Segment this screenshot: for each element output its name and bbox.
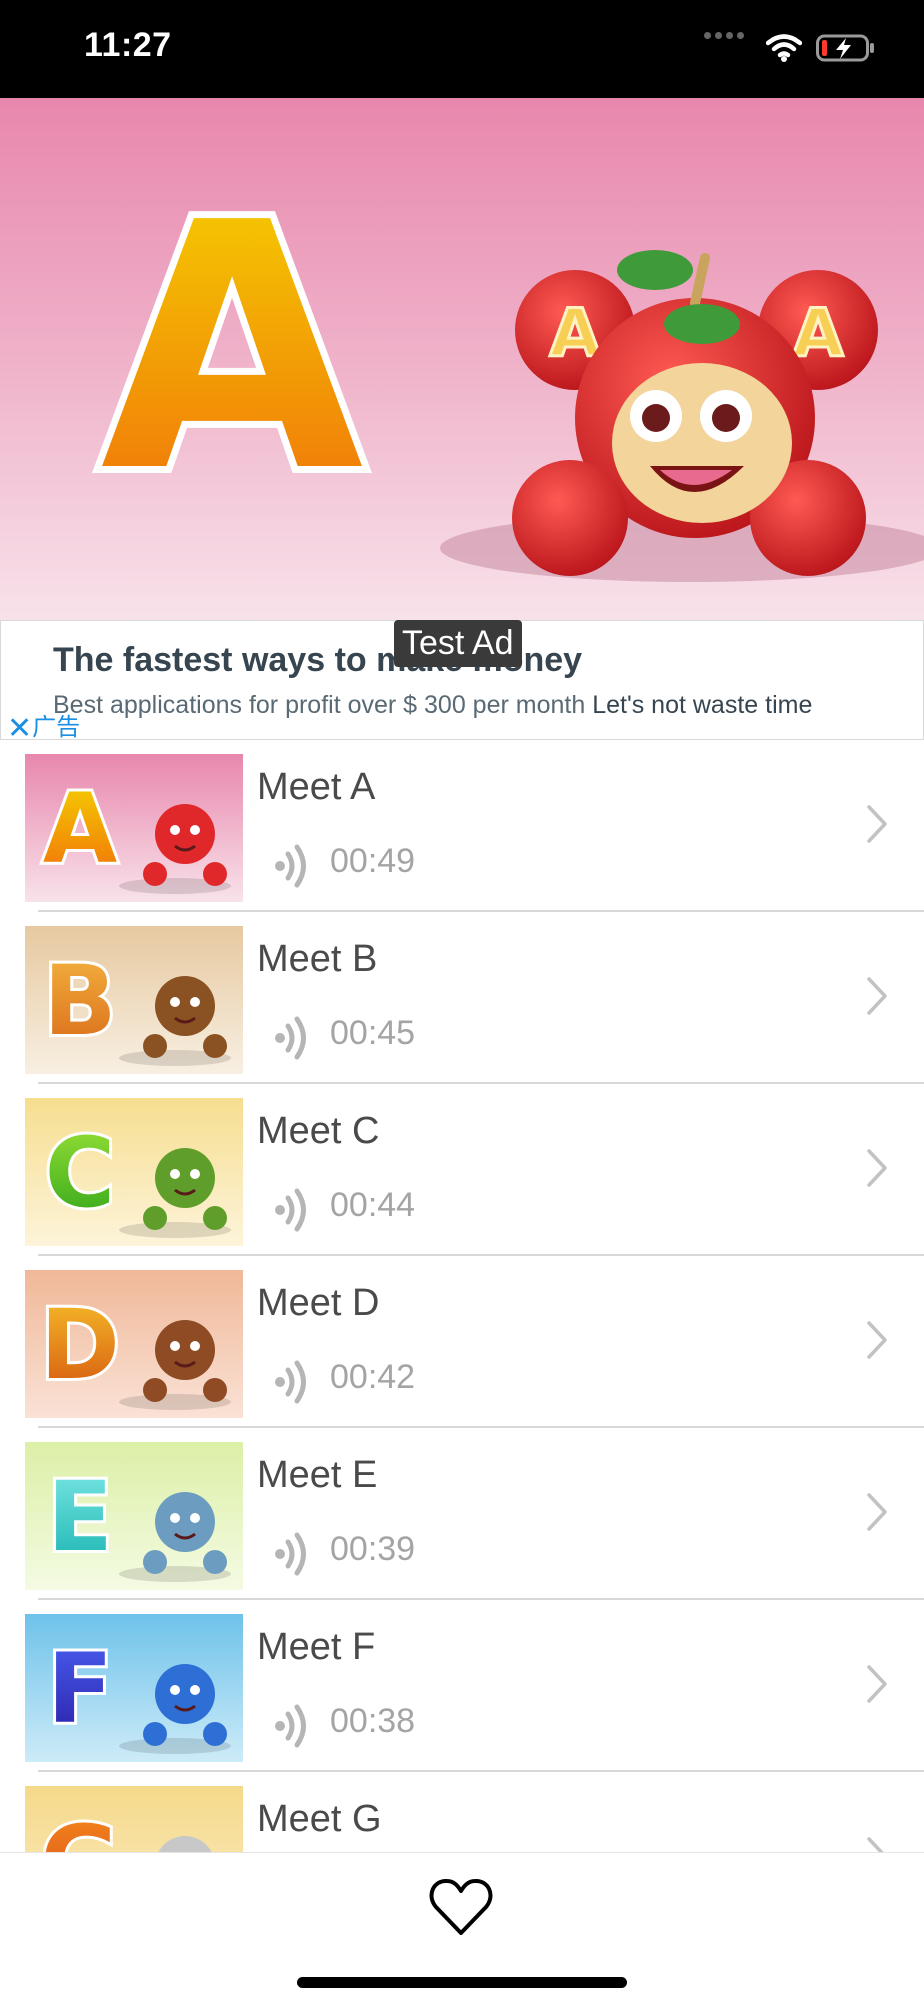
lesson-title: Meet F [257, 1626, 376, 1668]
lesson-title: Meet G [257, 1798, 382, 1840]
list-item[interactable]: C Meet C 00:44 [0, 1084, 924, 1256]
thumbnail-letter: D [40, 1289, 120, 1401]
signal-dots-icon [704, 26, 748, 44]
thumbnail-letter: C [45, 1117, 115, 1229]
lesson-thumbnail: D [25, 1270, 243, 1418]
chevron-right-icon [866, 804, 888, 844]
lesson-thumbnail: F [25, 1614, 243, 1762]
lesson-thumbnail: A [25, 754, 243, 902]
chevron-right-icon [866, 1320, 888, 1360]
lesson-duration: 00:38 [330, 1702, 416, 1740]
list-item[interactable]: D Meet D 00:42 [0, 1256, 924, 1428]
battery-charging-icon [816, 34, 874, 62]
chevron-right-icon [866, 1492, 888, 1532]
lesson-title: Meet A [257, 766, 376, 808]
thumbnail-letter: E [47, 1461, 113, 1573]
lesson-thumbnail: E [25, 1442, 243, 1590]
speaker-icon [268, 842, 316, 890]
ad-description-text: Best applications for profit over $ 300 … [53, 691, 586, 719]
chevron-right-icon [866, 1664, 888, 1704]
ad-cta[interactable]: Let's not waste time [592, 691, 812, 719]
status-bar: 11:27 [0, 0, 924, 98]
speaker-icon [268, 1014, 316, 1062]
lesson-title: Meet B [257, 938, 378, 980]
hero-banner: A A A [0, 98, 924, 620]
test-ad-label: Test Ad [394, 620, 522, 667]
lesson-duration: 00:39 [330, 1530, 416, 1568]
hero-letter: A [100, 151, 366, 547]
lesson-duration: 00:45 [330, 1014, 416, 1052]
bottom-bar [0, 1852, 924, 2000]
list-item[interactable]: A Meet A 00:49 [0, 740, 924, 912]
heart-icon[interactable] [428, 1877, 494, 1939]
lesson-duration: 00:42 [330, 1358, 416, 1396]
chevron-right-icon [866, 976, 888, 1016]
lesson-thumbnail: B [25, 926, 243, 1074]
lesson-duration: 00:44 [330, 1186, 416, 1224]
list-item[interactable]: B Meet B 00:45 [0, 912, 924, 1084]
hero-illustration: A A A [93, 144, 924, 582]
ad-label: 广告 [32, 714, 81, 741]
app-screen: 11:27 A A A The fastest ways to make mon… [0, 0, 924, 2000]
lesson-title: Meet E [257, 1454, 378, 1496]
lesson-title: Meet D [257, 1282, 380, 1324]
thumbnail-letter: A [43, 773, 117, 885]
speaker-icon [268, 1530, 316, 1578]
status-time: 11:27 [84, 26, 172, 64]
lesson-duration: 00:49 [330, 842, 416, 880]
list-item[interactable]: E Meet E 00:39 [0, 1428, 924, 1600]
speaker-icon [268, 1186, 316, 1234]
thumbnail-letter: F [47, 1633, 113, 1745]
lesson-title: Meet C [257, 1110, 380, 1152]
wifi-icon [766, 34, 802, 62]
home-indicator[interactable] [297, 1977, 627, 1988]
lesson-thumbnail: C [25, 1098, 243, 1246]
lesson-list: A Meet A 00:49 B Meet B 00:45 C Meet C 00:44 D Mee… [0, 740, 924, 1944]
thumbnail-letter: B [43, 945, 116, 1057]
chevron-right-icon [866, 1148, 888, 1188]
list-item[interactable]: F Meet F 00:38 [0, 1600, 924, 1772]
ad-description[interactable]: Best applications for profit over $ 300 … [53, 691, 812, 720]
speaker-icon [268, 1358, 316, 1406]
speaker-icon [268, 1702, 316, 1750]
